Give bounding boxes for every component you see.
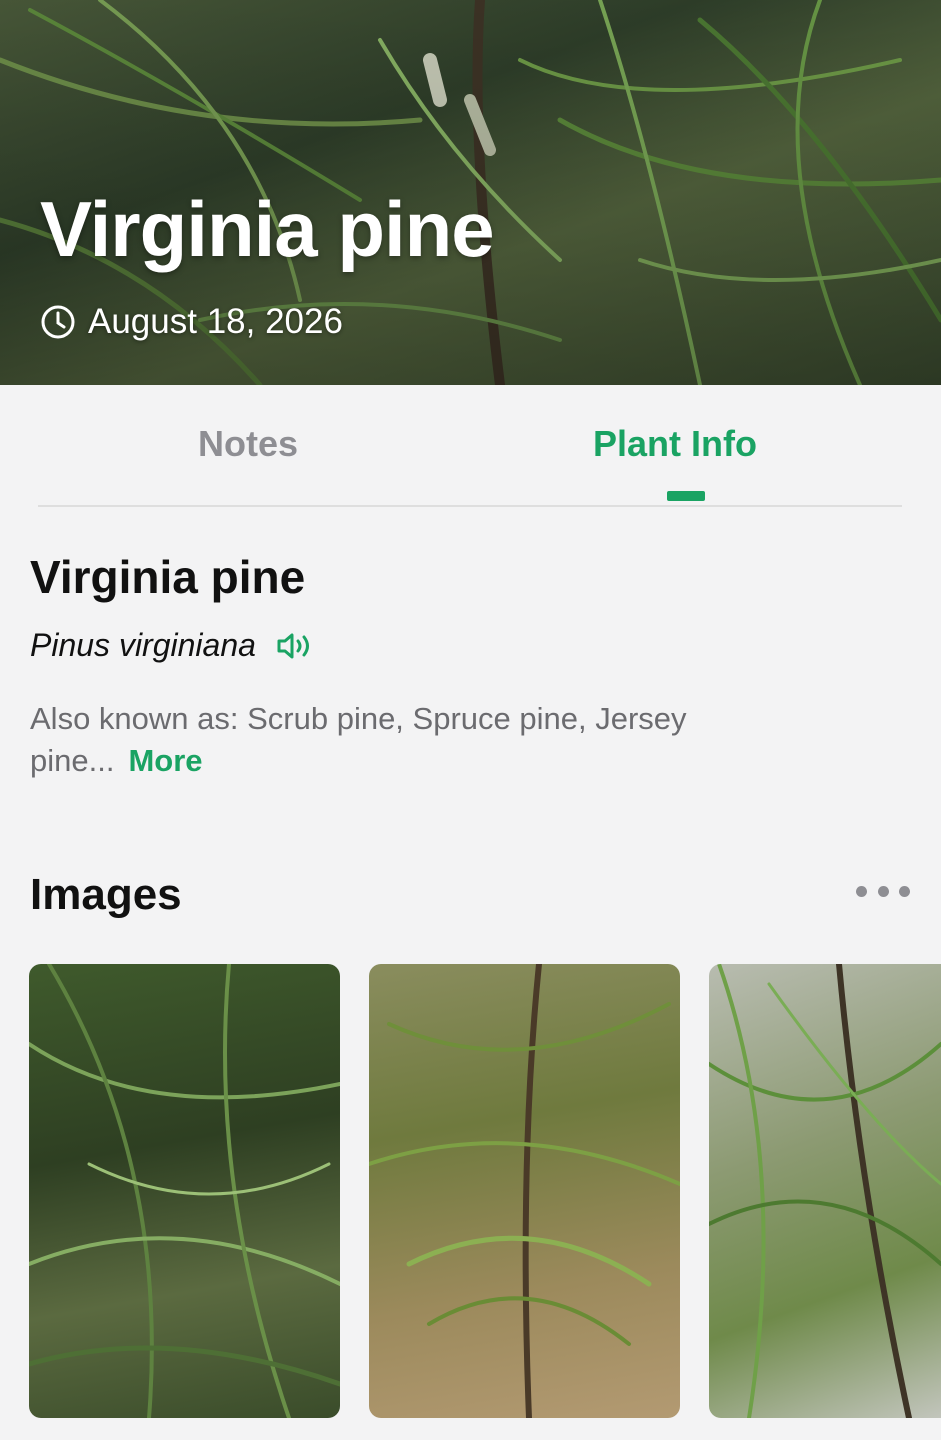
active-tab-indicator — [667, 491, 705, 501]
thumbnail-illustration — [29, 964, 340, 1418]
hero-image: Virginia pine August 18, 2026 — [0, 0, 941, 385]
plant-common-name: Virginia pine — [30, 551, 306, 603]
hero-date: August 18, 2026 — [40, 302, 343, 342]
image-thumbnail[interactable] — [709, 964, 941, 1418]
hero-date-text: August 18, 2026 — [88, 302, 343, 341]
images-section-title: Images — [30, 870, 182, 919]
plant-scientific-name: Pinus virginiana — [30, 627, 256, 663]
more-horizontal-icon[interactable] — [856, 880, 910, 902]
tab-plant-info[interactable]: Plant Info — [593, 423, 757, 465]
tab-notes[interactable]: Notes — [198, 423, 298, 465]
speaker-icon[interactable] — [276, 631, 314, 661]
hero-title: Virginia pine — [40, 185, 495, 273]
also-known-as: Also known as: Scrub pine, Spruce pine, … — [30, 698, 830, 782]
tab-bar: Notes Plant Info — [38, 385, 902, 507]
thumbnail-illustration — [709, 964, 941, 1418]
more-link[interactable]: More — [128, 743, 202, 778]
image-thumbnail[interactable] — [369, 964, 680, 1418]
thumbnail-illustration — [369, 964, 680, 1418]
image-thumbnail[interactable] — [29, 964, 340, 1418]
clock-icon — [41, 305, 75, 339]
scientific-name-row: Pinus virginiana — [30, 627, 314, 664]
